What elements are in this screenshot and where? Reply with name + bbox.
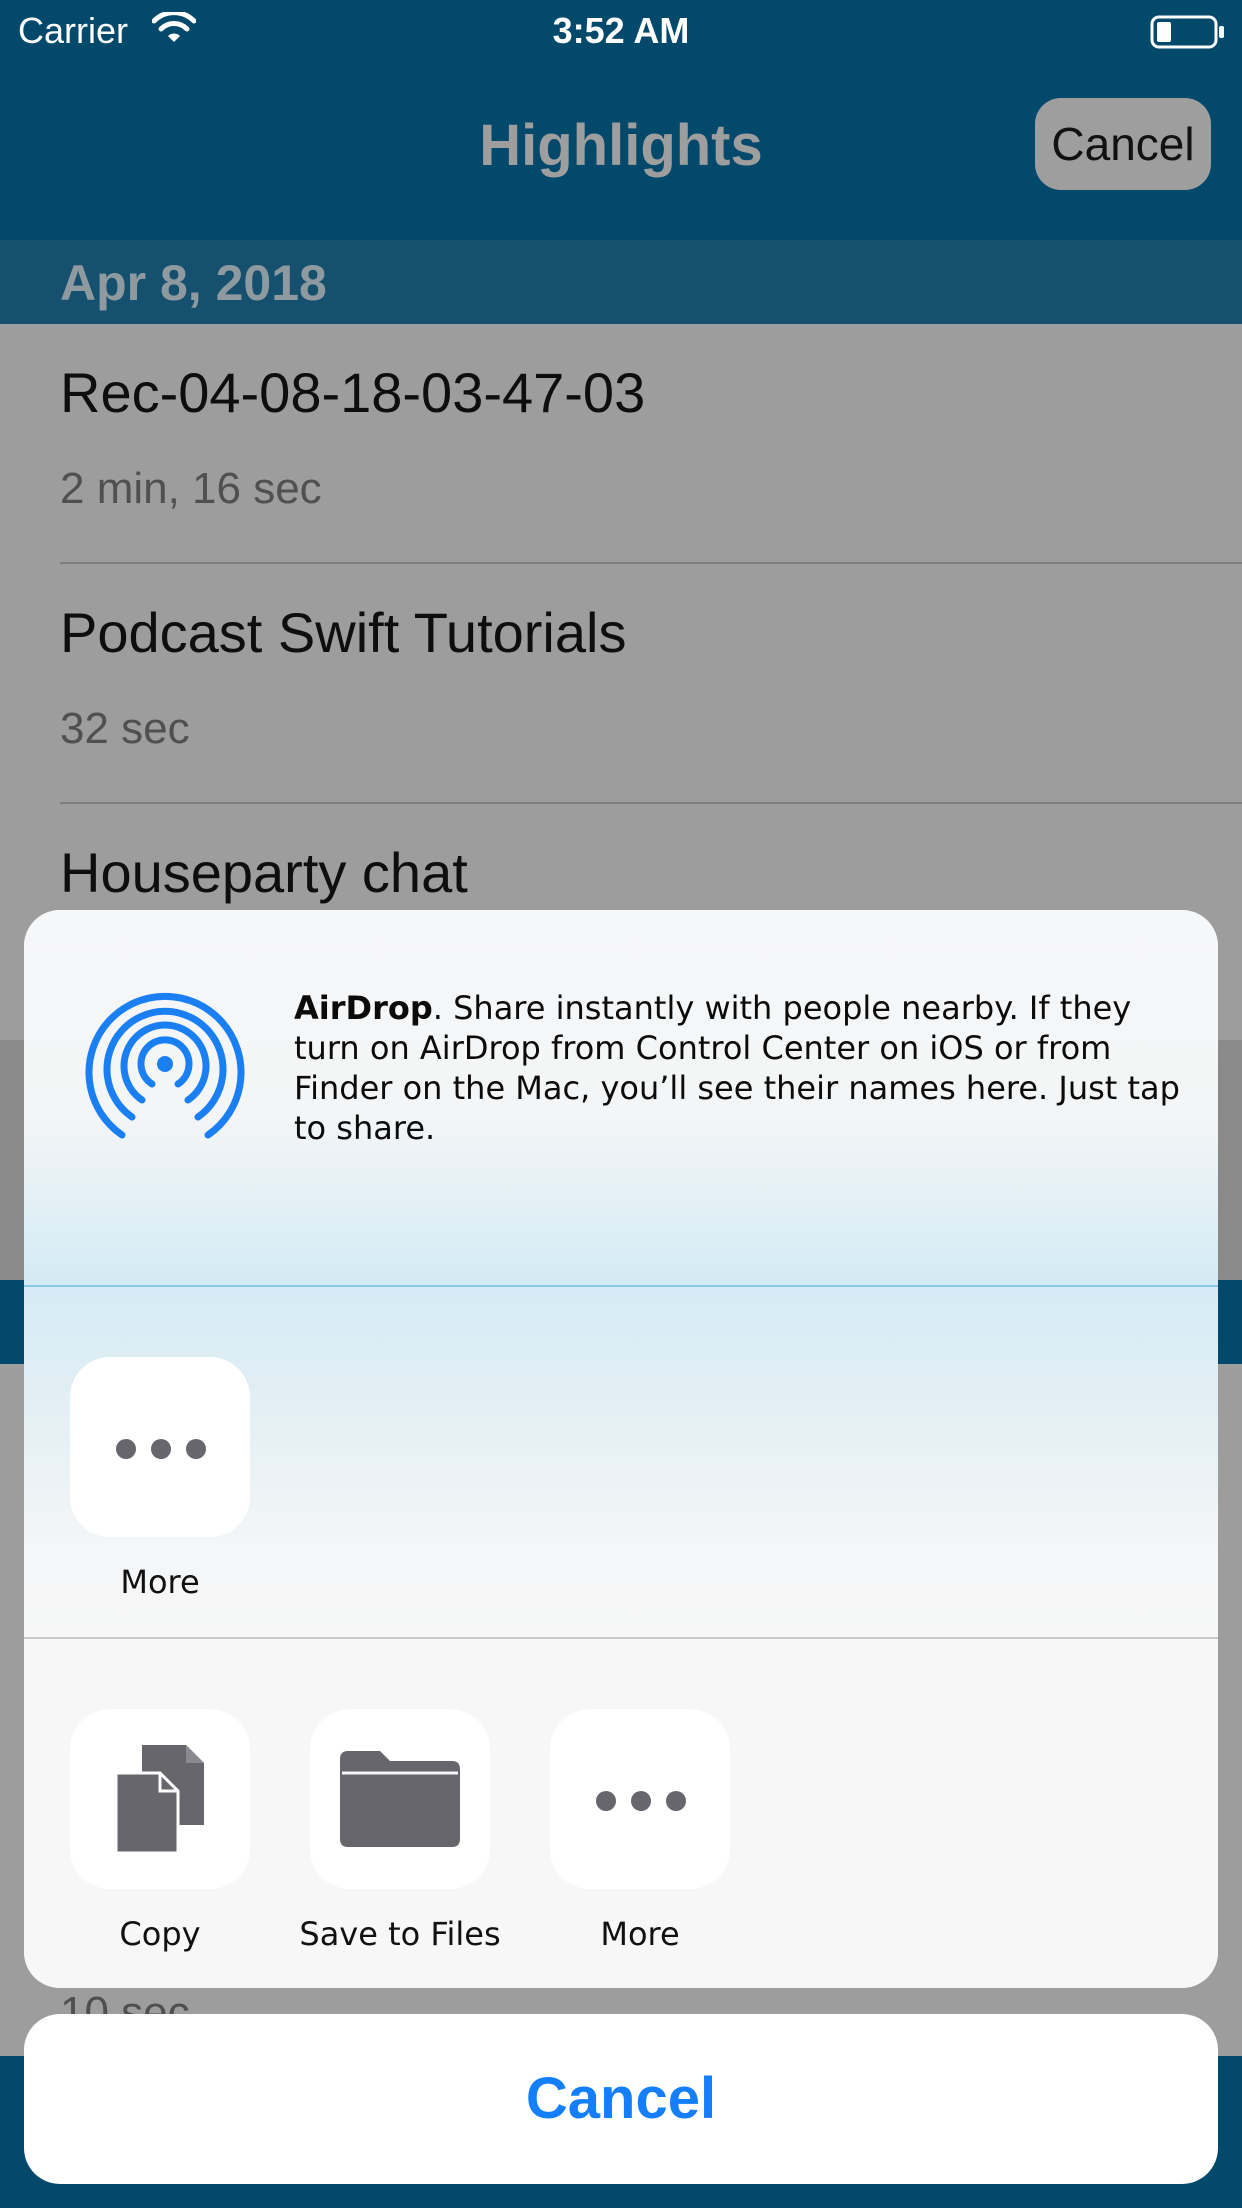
recording-title: Rec-04-08-18-03-47-03 [60, 361, 646, 424]
airdrop-title: AirDrop [294, 989, 433, 1027]
cancel-button[interactable]: Cancel [24, 2014, 1218, 2184]
recording-duration: 2 min, 16 sec [60, 464, 322, 513]
airdrop-section: AirDrop. Share instantly with people nea… [24, 910, 1218, 1285]
tile-label: Copy [119, 1915, 201, 1953]
tile-label: Save to Files [299, 1915, 501, 1953]
status-bar: Carrier 3:52 AM [0, 0, 1242, 62]
airdrop-description: AirDrop. Share instantly with people nea… [294, 988, 1194, 1148]
copy-icon [116, 1745, 204, 1853]
list-item[interactable]: Rec-04-08-18-03-47-03 2 min, 16 sec [0, 324, 1242, 564]
recording-title: Podcast Swift Tutorials [60, 601, 627, 664]
share-actions-row: Copy Save to Files More [24, 1639, 1218, 1988]
battery-icon [1150, 15, 1224, 49]
airdrop-icon [85, 992, 245, 1139]
tile-background [70, 1709, 250, 1889]
share-sheet: AirDrop. Share instantly with people nea… [24, 910, 1218, 1988]
section-date: Apr 8, 2018 [60, 255, 327, 311]
tile-background [550, 1709, 730, 1889]
tile-background [70, 1357, 250, 1537]
more-icon [596, 1791, 686, 1811]
more-icon [116, 1439, 206, 1459]
list-item[interactable]: Podcast Swift Tutorials 32 sec [0, 564, 1242, 804]
clock: 3:52 AM [552, 10, 690, 51]
share-apps-row: More [24, 1287, 1218, 1637]
tile-label: More [120, 1563, 200, 1601]
tile-background [310, 1709, 490, 1889]
section-header: Apr 8, 2018 [0, 240, 1242, 324]
navigation-bar: Carrier 3:52 AM Highlights Cancel [0, 0, 1242, 240]
folder-icon [340, 1751, 460, 1847]
nav-cancel-button[interactable]: Cancel [1035, 98, 1211, 190]
recording-title: Houseparty chat [60, 841, 468, 904]
tile-label: More [600, 1915, 680, 1953]
recording-duration: 32 sec [60, 704, 190, 753]
